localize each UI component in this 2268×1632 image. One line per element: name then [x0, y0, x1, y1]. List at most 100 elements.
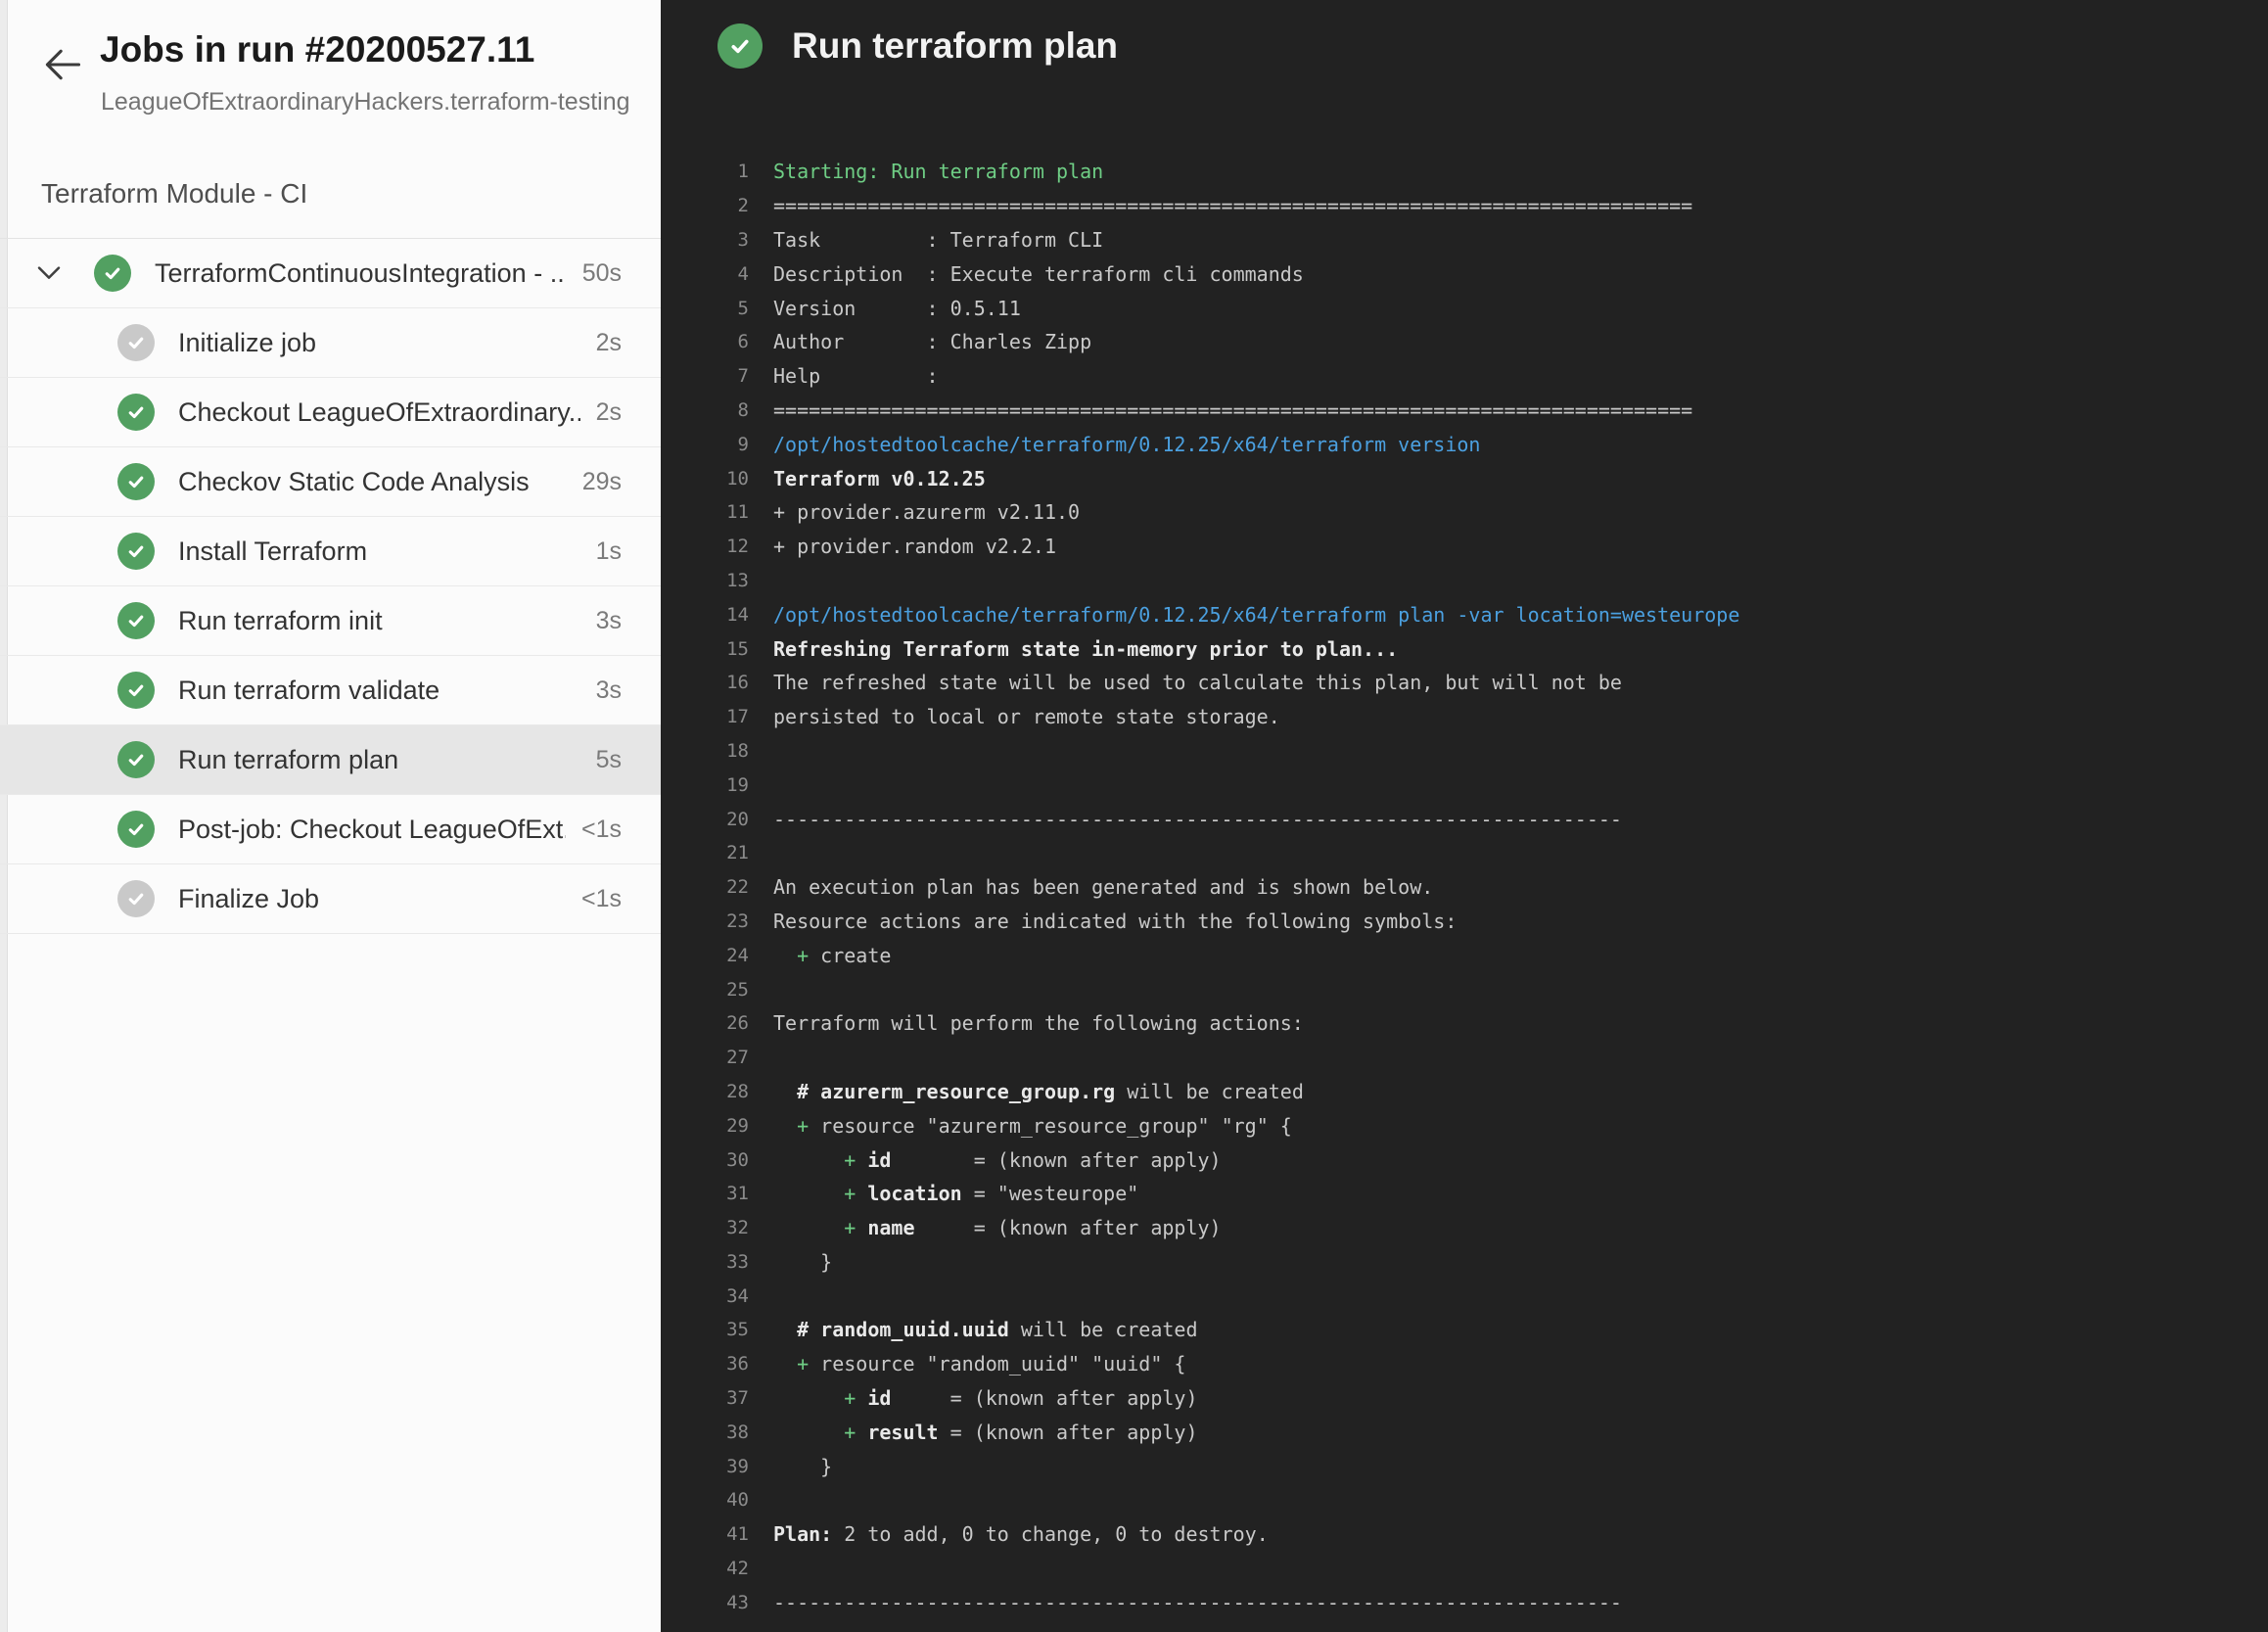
- job-name: Checkov Static Code Analysis: [178, 467, 567, 497]
- line-text: Refreshing Terraform state in-memory pri…: [749, 637, 1398, 661]
- job-row[interactable]: Checkov Static Code Analysis 29s: [0, 447, 661, 517]
- line-number[interactable]: 28: [661, 1081, 749, 1102]
- line-number[interactable]: 26: [661, 1012, 749, 1034]
- line-number[interactable]: 21: [661, 842, 749, 863]
- job-list: TerraformContinuousIntegration - ... 50s…: [0, 238, 661, 934]
- success-check-icon: [717, 23, 763, 69]
- log-line: 32 + name = (known after apply): [661, 1211, 2268, 1245]
- line-text: Plan: 2 to add, 0 to change, 0 to destro…: [749, 1522, 1269, 1546]
- log-line: 17 persisted to local or remote state st…: [661, 700, 2268, 734]
- log-line: 30 + id = (known after apply): [661, 1142, 2268, 1177]
- stage-name: Terraform Module - CI: [41, 178, 307, 210]
- line-number[interactable]: 13: [661, 570, 749, 591]
- line-text: }: [749, 1250, 832, 1274]
- status-icon: [117, 533, 155, 570]
- line-number[interactable]: 25: [661, 979, 749, 1001]
- line-text: The refreshed state will be used to calc…: [749, 671, 1622, 694]
- line-number[interactable]: 24: [661, 945, 749, 966]
- line-number[interactable]: 22: [661, 876, 749, 898]
- line-number[interactable]: 5: [661, 298, 749, 319]
- job-row[interactable]: Checkout LeagueOfExtraordinary... 2s: [0, 378, 661, 447]
- line-number[interactable]: 14: [661, 604, 749, 626]
- job-name: Run terraform init: [178, 606, 580, 636]
- log-line: 23 Resource actions are indicated with t…: [661, 905, 2268, 939]
- line-number[interactable]: 20: [661, 809, 749, 830]
- line-number[interactable]: 16: [661, 672, 749, 693]
- log-line: 20 -------------------------------------…: [661, 802, 2268, 836]
- line-text: + resource "azurerm_resource_group" "rg"…: [749, 1114, 1292, 1138]
- line-number[interactable]: 6: [661, 331, 749, 352]
- line-text: An execution plan has been generated and…: [749, 875, 1433, 899]
- job-duration: <1s: [581, 885, 622, 913]
- log-line: 28 # azurerm_resource_group.rg will be c…: [661, 1075, 2268, 1109]
- line-number[interactable]: 42: [661, 1558, 749, 1579]
- line-text: }: [749, 1455, 832, 1478]
- line-number[interactable]: 32: [661, 1217, 749, 1238]
- job-row[interactable]: Initialize job 2s: [0, 308, 661, 378]
- line-number[interactable]: 39: [661, 1456, 749, 1477]
- log-line: 13: [661, 564, 2268, 598]
- line-text: + name = (known after apply): [749, 1216, 1222, 1239]
- line-number[interactable]: 43: [661, 1592, 749, 1613]
- line-number[interactable]: 35: [661, 1319, 749, 1340]
- line-number[interactable]: 1: [661, 161, 749, 182]
- job-row[interactable]: Run terraform plan 5s: [0, 725, 661, 795]
- job-name: Install Terraform: [178, 536, 580, 567]
- line-text: Author : Charles Zipp: [749, 330, 1091, 353]
- log-line: 29 + resource "azurerm_resource_group" "…: [661, 1108, 2268, 1142]
- line-number[interactable]: 2: [661, 195, 749, 216]
- line-number[interactable]: 12: [661, 536, 749, 557]
- line-number[interactable]: 17: [661, 706, 749, 727]
- status-icon: [117, 811, 155, 848]
- line-number[interactable]: 30: [661, 1149, 749, 1171]
- job-row[interactable]: TerraformContinuousIntegration - ... 50s: [0, 239, 661, 308]
- line-text: + id = (known after apply): [749, 1386, 1198, 1410]
- log-line: 34: [661, 1279, 2268, 1313]
- status-icon: [117, 324, 155, 361]
- line-number[interactable]: 19: [661, 774, 749, 796]
- line-number[interactable]: 23: [661, 910, 749, 932]
- line-number[interactable]: 37: [661, 1387, 749, 1409]
- line-number[interactable]: 15: [661, 638, 749, 660]
- log-line: 10 Terraform v0.12.25: [661, 461, 2268, 495]
- log-line: 19: [661, 768, 2268, 802]
- chevron-down-icon[interactable]: [33, 257, 65, 289]
- job-row[interactable]: Install Terraform 1s: [0, 517, 661, 586]
- line-number[interactable]: 41: [661, 1523, 749, 1545]
- job-duration: 50s: [582, 259, 622, 288]
- log-line: 24 + create: [661, 938, 2268, 972]
- line-number[interactable]: 4: [661, 263, 749, 285]
- job-row[interactable]: Run terraform init 3s: [0, 586, 661, 656]
- line-number[interactable]: 18: [661, 740, 749, 762]
- log-line: 26 Terraform will perform the following …: [661, 1006, 2268, 1041]
- job-row[interactable]: Post-job: Checkout LeagueOfExt... <1s: [0, 795, 661, 864]
- line-text: Terraform v0.12.25: [749, 467, 986, 490]
- line-number[interactable]: 33: [661, 1251, 749, 1273]
- line-number[interactable]: 9: [661, 434, 749, 455]
- job-row[interactable]: Run terraform validate 3s: [0, 656, 661, 725]
- job-duration: 1s: [596, 537, 622, 566]
- line-number[interactable]: 40: [661, 1489, 749, 1511]
- line-number[interactable]: 31: [661, 1183, 749, 1204]
- line-number[interactable]: 34: [661, 1285, 749, 1307]
- line-number[interactable]: 36: [661, 1353, 749, 1375]
- line-number[interactable]: 10: [661, 468, 749, 490]
- line-number[interactable]: 8: [661, 399, 749, 421]
- line-number[interactable]: 3: [661, 229, 749, 251]
- line-number[interactable]: 38: [661, 1422, 749, 1443]
- line-number[interactable]: 7: [661, 365, 749, 387]
- log-header: Run terraform plan: [717, 23, 1118, 69]
- job-row[interactable]: Finalize Job <1s: [0, 864, 661, 934]
- line-number[interactable]: 29: [661, 1115, 749, 1137]
- log-line: 11 + provider.azurerm v2.11.0: [661, 495, 2268, 530]
- log-line: 12 + provider.random v2.2.1: [661, 530, 2268, 564]
- log-output[interactable]: 1 Starting: Run terraform plan 2 =======…: [661, 155, 2268, 1619]
- line-text: ========================================…: [749, 194, 1692, 217]
- back-arrow-icon: [41, 43, 88, 86]
- line-number[interactable]: 11: [661, 501, 749, 523]
- job-duration: 5s: [596, 746, 622, 774]
- back-button[interactable]: [41, 41, 88, 88]
- line-number[interactable]: 27: [661, 1047, 749, 1068]
- jobs-sidebar: Jobs in run #20200527.11 LeagueOfExtraor…: [0, 0, 661, 1632]
- log-line: 7 Help :: [661, 359, 2268, 394]
